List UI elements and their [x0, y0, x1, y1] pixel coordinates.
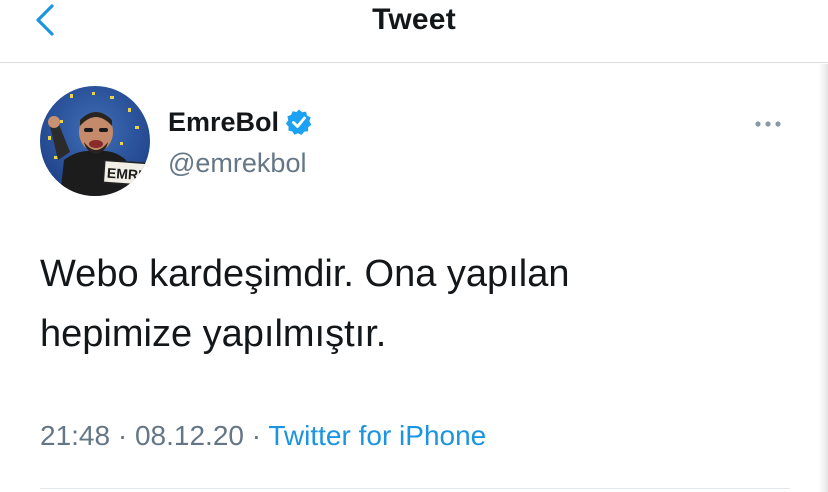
tweet-text-line: Webo kardeşimdir. Ona yapılan	[40, 253, 570, 295]
avatar-sign-text: EMRE	[106, 165, 147, 184]
meta-separator: ·	[251, 420, 262, 451]
tweet-detail-screen: Tweet EMRE EmreBol @emrekbol Webo kardeş…	[0, 0, 828, 492]
tweet-date: 08.12.20	[134, 420, 244, 451]
nav-header: Tweet	[0, 0, 828, 63]
tweet-time: 21:48	[40, 420, 111, 451]
divider	[40, 488, 790, 489]
meta-separator: ·	[117, 420, 128, 451]
display-name[interactable]: EmreBol	[168, 107, 279, 138]
page-title: Tweet	[372, 3, 456, 36]
user-handle[interactable]: @emrekbol	[168, 146, 306, 180]
tweet-text-line: hepimize yapılmıştır.	[40, 313, 387, 355]
tweet-meta: 21:48 · 08.12.20 · Twitter for iPhone	[40, 418, 486, 454]
author-name-row: EmreBol	[168, 104, 313, 140]
tweet-source-link[interactable]: Twitter for iPhone	[268, 420, 486, 451]
more-options-button[interactable]	[748, 112, 788, 136]
avatar[interactable]: EMRE	[40, 86, 150, 196]
more-horizontal-icon	[755, 121, 781, 127]
edge-shadow	[818, 64, 828, 492]
tweet-text: Webo kardeşimdir. Ona yapılan hepimize y…	[40, 244, 780, 364]
verified-badge-icon	[285, 109, 312, 135]
